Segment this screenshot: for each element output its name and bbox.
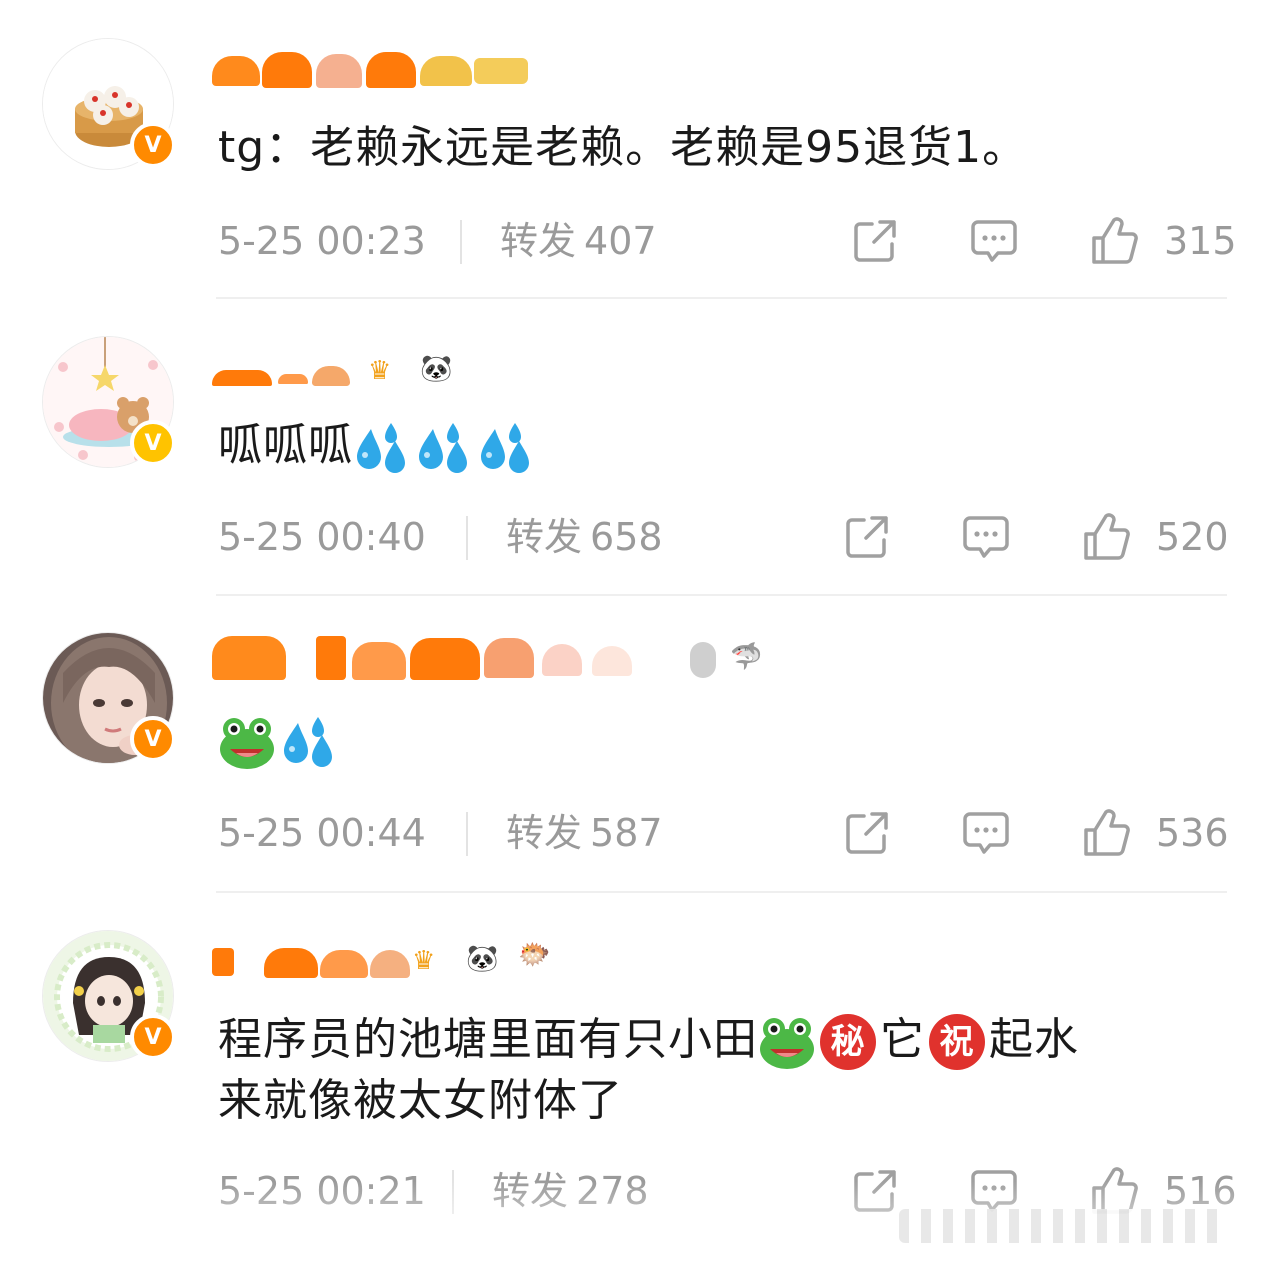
verified-badge-icon: V xyxy=(130,420,176,466)
like-count: 315 xyxy=(1164,219,1237,263)
verified-badge-icon: V xyxy=(130,1014,176,1060)
like-count: 536 xyxy=(1156,811,1229,855)
divider xyxy=(216,891,1227,893)
comment-meta: 5-25 00:44 转发 587 536 xyxy=(218,808,1229,858)
thumbs-up-icon[interactable] xyxy=(1082,512,1130,562)
share-icon[interactable] xyxy=(852,218,898,264)
repost-label: 转发 xyxy=(506,811,583,855)
divider xyxy=(216,297,1227,299)
verified-badge-icon: V xyxy=(130,122,176,168)
comment-text: 呱呱呱 xyxy=(218,416,1227,477)
repost-label: 转发 xyxy=(500,219,577,263)
comment-text-content: tg：老赖永远是老赖。老赖是95退货1。 xyxy=(218,122,1028,173)
watermark xyxy=(899,1209,1229,1243)
comment-meta: 5-25 00:23 转发 407 315 xyxy=(218,216,1237,266)
comment-text-content: 起水 xyxy=(989,1014,1079,1065)
pufferfish-icon: 🐡 xyxy=(518,940,551,970)
comment-text-content: 它 xyxy=(880,1014,925,1065)
avatar[interactable]: V xyxy=(42,930,176,1062)
panda-icon: 🐼 xyxy=(466,944,499,974)
username-redacted[interactable]: 🦈 xyxy=(212,632,792,680)
sweat-drops-icon xyxy=(481,423,529,473)
timestamp: 5-25 00:40 xyxy=(218,515,426,559)
share-icon[interactable] xyxy=(844,810,890,856)
thumbs-up-icon[interactable] xyxy=(1082,808,1130,858)
sweat-drops-icon xyxy=(284,717,332,767)
meta-divider xyxy=(466,812,468,856)
comment-icon[interactable] xyxy=(970,218,1018,264)
avatar[interactable]: V xyxy=(42,336,176,468)
sweat-drops-icon xyxy=(419,423,467,473)
share-icon[interactable] xyxy=(844,514,890,560)
crown-level-icon: ♛ xyxy=(412,946,436,976)
comment-icon[interactable] xyxy=(962,514,1010,560)
username-redacted[interactable] xyxy=(212,50,532,90)
repost-button[interactable]: 转发 407 xyxy=(500,216,665,266)
comment-text-content: 来就像被太女附体了 xyxy=(218,1075,623,1126)
repost-button[interactable]: 转发 658 xyxy=(506,512,671,562)
repost-count: 658 xyxy=(590,515,663,559)
verified-badge-icon: V xyxy=(130,716,176,762)
comment-text-content: 程序员的池塘里面有只小田 xyxy=(218,1014,758,1065)
timestamp: 5-25 00:23 xyxy=(218,219,426,263)
username-redacted[interactable]: ♛ 🐼 xyxy=(212,352,492,392)
avatar[interactable]: V xyxy=(42,632,176,764)
thumbs-up-icon[interactable] xyxy=(1090,216,1138,266)
meta-divider xyxy=(466,516,468,560)
comment-meta: 5-25 00:40 转发 658 520 xyxy=(218,512,1229,562)
shark-icon: 🦈 xyxy=(730,642,763,672)
crown-level-icon: ♛ xyxy=(368,356,392,386)
avatar[interactable]: V xyxy=(42,38,176,170)
comment-text-content: 呱呱呱 xyxy=(218,420,353,471)
comment-text: 程序员的池塘里面有只小田 秘它祝起水 来就像被太女附体了 xyxy=(218,1010,1227,1131)
sweat-drops-icon xyxy=(357,423,405,473)
timestamp: 5-25 00:44 xyxy=(218,811,426,855)
comment-icon[interactable] xyxy=(962,810,1010,856)
repost-label: 转发 xyxy=(506,515,583,559)
secret-seal-icon: 秘 xyxy=(820,1014,876,1070)
divider xyxy=(216,594,1227,596)
congratulate-seal-icon: 祝 xyxy=(929,1014,985,1070)
comment-text xyxy=(218,710,1227,771)
repost-count: 407 xyxy=(584,219,657,263)
frog-icon xyxy=(760,1018,814,1069)
username-redacted[interactable]: ♛ 🐼 🐡 xyxy=(212,938,592,978)
repost-button[interactable]: 转发 587 xyxy=(506,808,671,858)
meta-divider xyxy=(460,220,462,264)
like-count: 520 xyxy=(1156,515,1229,559)
panda-icon: 🐼 xyxy=(420,354,453,384)
frog-icon xyxy=(220,718,274,769)
repost-count: 587 xyxy=(590,811,663,855)
comment-text: tg：老赖永远是老赖。老赖是95退货1。 xyxy=(218,118,1227,178)
